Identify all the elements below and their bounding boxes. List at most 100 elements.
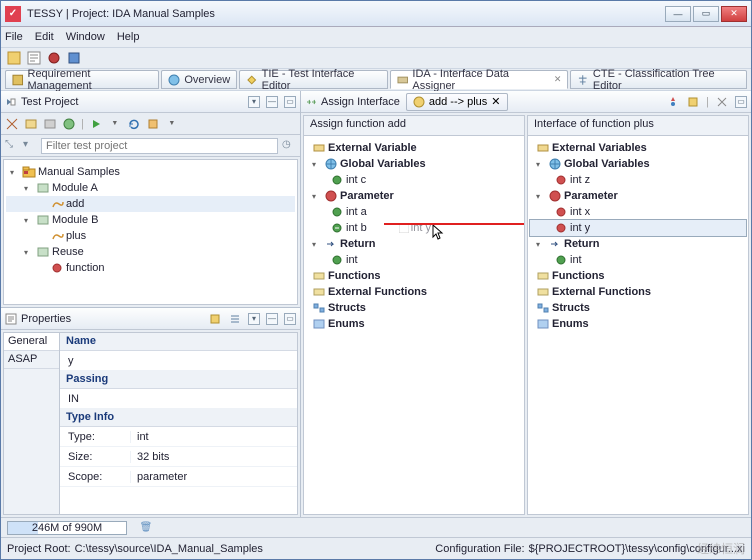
filter-input[interactable] — [41, 138, 278, 154]
tree-item-intb[interactable]: int b — [346, 222, 367, 234]
properties-tab-general[interactable]: General — [4, 333, 59, 351]
tree-item[interactable]: Enums — [328, 318, 365, 330]
dropdown-icon[interactable]: ▾ — [23, 139, 37, 153]
properties-tab-asap[interactable]: ASAP — [4, 351, 59, 369]
tree-item[interactable]: Global Variables — [564, 158, 650, 170]
tree-item[interactable]: Functions — [552, 270, 605, 282]
toolbar-icon-1[interactable] — [7, 51, 21, 65]
close-button[interactable]: ✕ — [721, 6, 747, 22]
test-project-tree[interactable]: ▾Manual Samples ▾Module A add ▾Module B … — [3, 159, 298, 305]
minimize-view-button[interactable]: — — [266, 96, 278, 108]
view-menu-icon[interactable]: ▾ — [248, 96, 260, 108]
maximize-button[interactable]: ▭ — [693, 6, 719, 22]
minimize-view-button[interactable]: — — [266, 313, 278, 325]
collapse-icon[interactable]: ⤡ — [5, 139, 19, 153]
variable-icon — [554, 254, 568, 266]
toolbar-icon-2[interactable] — [27, 51, 41, 65]
tab-label: CTE - Classification Tree Editor — [593, 68, 740, 92]
prop-section-passing: Passing — [60, 371, 297, 389]
view-menu-icon[interactable]: ▾ — [248, 313, 260, 325]
tree-item[interactable]: Reuse — [52, 246, 84, 258]
prop-scope-label: Scope: — [60, 471, 130, 483]
menu-help[interactable]: Help — [117, 31, 140, 43]
dropdown-icon[interactable]: ▼ — [165, 117, 179, 131]
tool-icon[interactable] — [715, 95, 729, 109]
menu-bar: File Edit Window Help — [1, 27, 751, 47]
maximize-view-button[interactable]: ▭ — [735, 96, 747, 108]
tool-icon[interactable] — [62, 117, 76, 131]
tool-icon[interactable] — [43, 117, 57, 131]
tab-cte[interactable]: CTE - Classification Tree Editor — [570, 70, 747, 89]
clear-filter-icon[interactable]: ◷ — [282, 139, 296, 153]
trash-icon[interactable]: 🗑 — [139, 521, 153, 535]
mapping-arrow-icon — [384, 218, 524, 230]
dropdown-icon[interactable]: ▼ — [108, 117, 122, 131]
status-bar: Project Root: C:\tessy\source\IDA_Manual… — [1, 537, 751, 559]
menu-window[interactable]: Window — [66, 31, 105, 43]
menu-file[interactable]: File — [5, 31, 23, 43]
tree-item[interactable]: plus — [66, 230, 86, 242]
play-button[interactable] — [89, 117, 103, 131]
properties-table: Name y Passing IN Type Info Type:int Siz… — [60, 333, 297, 514]
properties-tool-icon[interactable] — [228, 312, 242, 326]
breadcrumb-close-icon[interactable]: ✕ — [491, 95, 500, 108]
test-project-toolbar: | ▼ ▼ — [1, 113, 300, 135]
tree-item[interactable]: Return — [340, 238, 375, 250]
tab-ida[interactable]: IDA - Interface Data Assigner ✕ — [390, 70, 568, 89]
tree-item[interactable]: External Functions — [552, 286, 651, 298]
menu-edit[interactable]: Edit — [35, 31, 54, 43]
prop-section-name: Name — [60, 333, 297, 351]
tree-item[interactable]: Return — [564, 238, 599, 250]
tree-item[interactable]: Parameter — [564, 190, 618, 202]
tab-label: Overview — [184, 74, 230, 86]
tree-item[interactable]: Module A — [52, 182, 98, 194]
assign-left-tree[interactable]: External Variable ▾Global Variables int … — [304, 136, 524, 514]
maximize-view-button[interactable]: ▭ — [284, 313, 296, 325]
tool-icon[interactable] — [666, 95, 680, 109]
refresh-button[interactable] — [127, 117, 141, 131]
tree-item[interactable]: Enums — [552, 318, 589, 330]
category-icon — [536, 286, 550, 298]
properties-tool-icon[interactable] — [208, 312, 222, 326]
memory-bar: 246M of 990M 🗑 — [1, 517, 751, 537]
properties-tabs: General ASAP — [4, 333, 60, 514]
tree-item[interactable]: External Functions — [328, 286, 427, 298]
assign-right-tree[interactable]: External Variables ▾Global Variables int… — [528, 136, 748, 514]
tool-icon[interactable] — [686, 95, 700, 109]
tree-item[interactable]: int — [346, 254, 358, 266]
tree-item[interactable]: Functions — [328, 270, 381, 282]
tree-item[interactable]: Parameter — [340, 190, 394, 202]
tool-icon[interactable] — [146, 117, 160, 131]
tree-item[interactable]: Manual Samples — [38, 166, 120, 178]
tree-item[interactable]: Global Variables — [340, 158, 426, 170]
category-icon — [312, 142, 326, 154]
tab-overview[interactable]: Overview — [161, 70, 237, 89]
tree-item[interactable]: int — [570, 254, 582, 266]
tree-item[interactable]: Module B — [52, 214, 98, 226]
tree-item[interactable]: External Variables — [552, 142, 647, 154]
minimize-button[interactable]: — — [665, 6, 691, 22]
tree-item[interactable]: Structs — [552, 302, 590, 314]
tree-item[interactable]: Structs — [328, 302, 366, 314]
breadcrumb[interactable]: add --> plus ✕ — [406, 93, 508, 111]
config-file-label: Configuration File: — [435, 543, 524, 555]
tool-icon[interactable] — [5, 117, 19, 131]
tree-item-inty[interactable]: int y — [570, 222, 590, 234]
tree-item[interactable]: int x — [570, 206, 590, 218]
tree-item[interactable]: External Variable — [328, 142, 417, 154]
maximize-view-button[interactable]: ▭ — [284, 96, 296, 108]
properties-view: Properties ▾ — ▭ General ASAP Name y — [1, 307, 300, 517]
toolbar-icon-4[interactable] — [67, 51, 81, 65]
toolbar-icon-3[interactable] — [47, 51, 61, 65]
tree-item-add[interactable]: add — [66, 198, 84, 210]
tree-item[interactable]: int c — [346, 174, 366, 186]
tree-item[interactable]: int a — [346, 206, 367, 218]
tab-close-icon[interactable]: ✕ — [554, 74, 562, 85]
tool-icon[interactable] — [24, 117, 38, 131]
tree-item[interactable]: function — [66, 262, 105, 274]
tree-item[interactable]: int z — [570, 174, 590, 186]
tab-requirement-management[interactable]: Requirement Management — [5, 70, 159, 89]
assign-panes: Assign function add External Variable ▾G… — [303, 115, 749, 515]
tab-tie[interactable]: TIE - Test Interface Editor — [239, 70, 388, 89]
category-icon — [536, 270, 550, 282]
